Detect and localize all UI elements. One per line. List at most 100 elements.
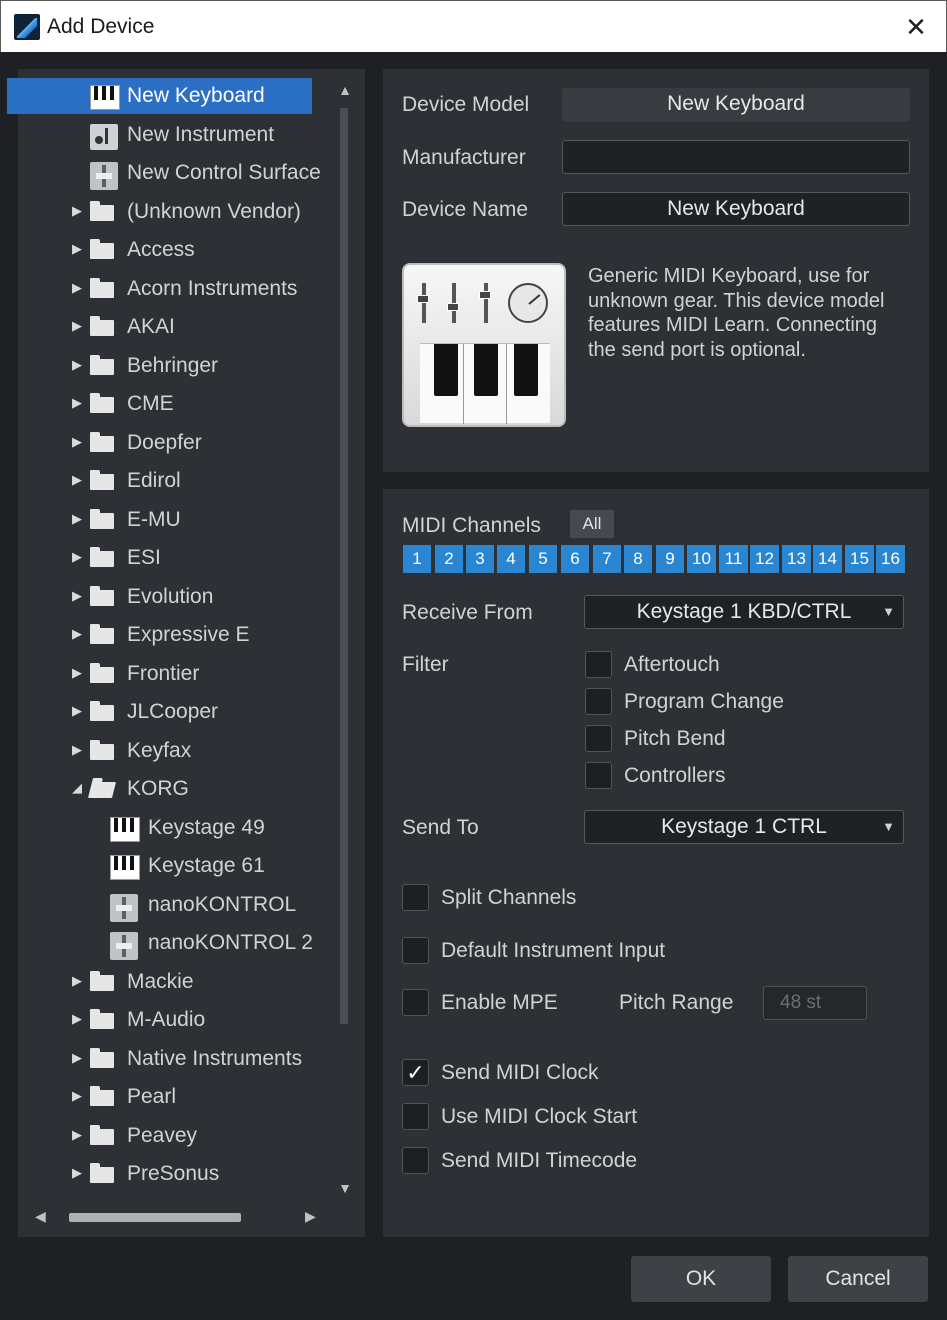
midi-channel-button[interactable]: 10 [687,545,716,573]
expand-arrow-icon[interactable]: ▶ [72,588,82,604]
receive-from-dropdown[interactable]: Keystage 1 KBD/CTRL ▼ [584,595,904,629]
expand-arrow-icon[interactable]: ▶ [72,1011,82,1027]
folder-icon [90,970,114,991]
tree-item[interactable]: nanoKONTROL 2 [18,925,338,961]
device-name-field[interactable]: New Keyboard [562,192,910,226]
filter-checkbox[interactable] [585,725,612,752]
tree-item[interactable]: Keystage 49 [18,810,338,846]
expand-arrow-icon[interactable]: ▶ [72,318,82,334]
tree-item[interactable]: ▶ Doepfer [18,425,338,461]
tree-item-label: Edirol [127,469,181,492]
expand-arrow-icon[interactable]: ▶ [72,511,82,527]
tree-item[interactable]: ▶ Pearl [18,1079,338,1115]
expand-arrow-icon[interactable]: ▶ [72,472,82,488]
midi-channel-button[interactable]: 5 [529,545,557,573]
scroll-right-icon[interactable]: ▶ [305,1208,316,1225]
expand-arrow-icon[interactable]: ▶ [72,395,82,411]
enable-mpe-checkbox[interactable] [402,989,429,1016]
scroll-left-icon[interactable]: ◀ [35,1208,46,1225]
tree-item[interactable]: ▶ Edirol [18,463,338,499]
tree-item[interactable]: Keystage 61 [18,848,338,884]
tree-item[interactable]: ▶ Frontier [18,656,338,692]
midi-channel-button[interactable]: 6 [561,545,589,573]
filter-checkbox[interactable] [585,651,612,678]
send-to-dropdown[interactable]: Keystage 1 CTRL ▼ [584,810,904,844]
midi-channel-button[interactable]: 3 [466,545,494,573]
tree-item[interactable]: ▶ Acorn Instruments [18,271,338,307]
close-button[interactable]: ✕ [901,12,931,42]
send-midi-timecode-checkbox[interactable] [402,1147,429,1174]
expand-arrow-icon[interactable]: ▶ [72,973,82,989]
tree-item[interactable]: ▶ PreSonus [18,1156,338,1192]
midi-channel-button[interactable]: 1 [403,545,431,573]
expand-arrow-icon[interactable]: ▶ [72,742,82,758]
expand-arrow-icon[interactable]: ▶ [72,703,82,719]
tree-item[interactable]: ▶ Native Instruments [18,1041,338,1077]
default-instrument-input-checkbox[interactable] [402,937,429,964]
expand-arrow-icon[interactable]: ▶ [72,1127,82,1143]
tree-item[interactable]: ▶ Keyfax [18,733,338,769]
tree-item[interactable]: nanoKONTROL [18,887,338,923]
midi-channel-button[interactable]: 14 [813,545,842,573]
scroll-up-icon[interactable]: ▲ [336,82,354,98]
folder-icon [90,200,114,221]
ok-button[interactable]: OK [631,1256,771,1302]
midi-channel-button[interactable]: 2 [435,545,463,573]
midi-channel-button[interactable]: 13 [782,545,811,573]
vertical-scrollbar-thumb[interactable] [340,108,348,1024]
midi-channel-button[interactable]: 16 [876,545,905,573]
midi-channel-button[interactable]: 11 [719,545,748,573]
tree-item[interactable]: New Control Surface [18,155,338,191]
folder-icon [90,470,114,490]
midi-channel-button[interactable]: 7 [593,545,621,573]
control-surface-icon [110,893,138,922]
tree-item-label: KORG [127,777,189,800]
expand-arrow-icon[interactable]: ▶ [72,665,82,681]
cancel-button[interactable]: Cancel [788,1256,928,1302]
expand-arrow-icon[interactable]: ▶ [72,357,82,373]
tree-item[interactable]: ▶ Access [18,232,338,268]
send-midi-clock-checkbox[interactable]: ✓ [402,1059,429,1086]
expand-arrow-icon[interactable]: ▶ [72,1050,82,1066]
expand-arrow-icon[interactable]: ▶ [72,1165,82,1181]
tree-item[interactable]: ▶ Mackie [18,964,338,1000]
expand-arrow-icon[interactable]: ▶ [72,1088,82,1104]
pitch-range-field[interactable]: 48 st [763,986,867,1020]
keyboard-icon [90,85,120,110]
expand-arrow-icon[interactable]: ▶ [72,549,82,565]
filter-checkbox[interactable] [585,688,612,715]
tree-item[interactable]: ▶ CME [18,386,338,422]
horizontal-scrollbar-thumb[interactable] [69,1213,241,1222]
split-channels-checkbox[interactable] [402,884,429,911]
tree-item[interactable]: ▶ E-MU [18,502,338,538]
folder-icon [90,354,114,375]
tree-item[interactable]: ▶ M-Audio [18,1002,338,1038]
expand-arrow-icon[interactable]: ▶ [72,241,82,257]
tree-item[interactable]: ◢ KORG [18,771,338,807]
tree-item[interactable]: ▶ ESI [18,540,338,576]
manufacturer-field[interactable] [562,140,910,174]
tree-item[interactable]: New Keyboard [7,78,312,114]
tree-item[interactable]: ▶ Behringer [18,348,338,384]
midi-channel-button[interactable]: 12 [750,545,779,573]
scroll-down-icon[interactable]: ▼ [336,1180,354,1196]
expand-arrow-icon[interactable]: ▶ [72,434,82,450]
midi-channel-button[interactable]: 9 [656,545,684,573]
midi-channel-button[interactable]: 15 [845,545,874,573]
tree-item[interactable]: ▶ Evolution [18,579,338,615]
collapse-arrow-icon[interactable]: ◢ [72,780,82,796]
midi-channel-button[interactable]: 8 [624,545,652,573]
expand-arrow-icon[interactable]: ▶ [72,203,82,219]
filter-checkbox[interactable] [585,762,612,789]
tree-item[interactable]: ▶ AKAI [18,309,338,345]
all-channels-button[interactable]: All [570,510,614,538]
expand-arrow-icon[interactable]: ▶ [72,280,82,296]
tree-item[interactable]: New Instrument [18,117,338,153]
tree-item[interactable]: ▶ Expressive E [18,617,338,653]
tree-item[interactable]: ▶ Peavey [18,1118,338,1154]
expand-arrow-icon[interactable]: ▶ [72,626,82,642]
use-midi-clock-start-checkbox[interactable] [402,1103,429,1130]
tree-item[interactable]: ▶ JLCooper [18,694,338,730]
tree-item[interactable]: ▶ (Unknown Vendor) [18,194,338,230]
midi-channel-button[interactable]: 4 [497,545,525,573]
